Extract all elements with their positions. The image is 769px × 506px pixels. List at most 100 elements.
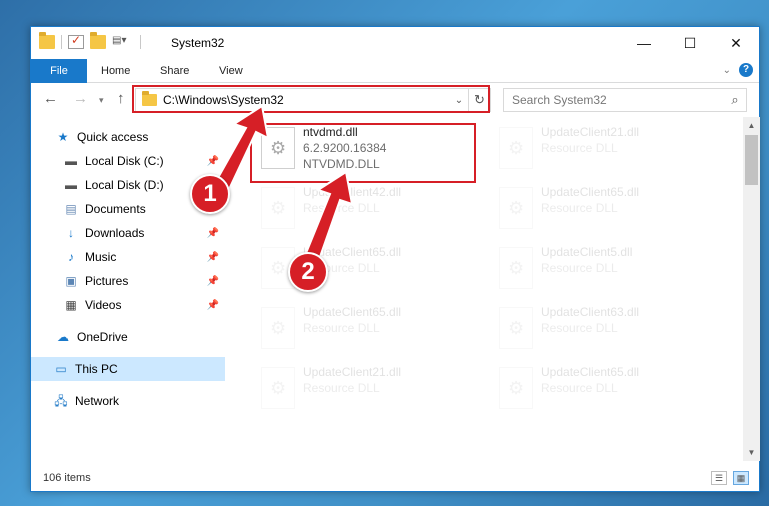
sidebar-item-quick-access[interactable]: ★ Quick access — [55, 125, 225, 149]
divider — [140, 35, 141, 49]
dll-file-icon: ⚙ — [261, 187, 295, 229]
properties-icon[interactable] — [68, 33, 84, 49]
view-switcher: ☰ ▦ — [711, 471, 749, 485]
file-description: Resource DLL — [541, 381, 618, 395]
sidebar-item-label: Pictures — [85, 274, 129, 288]
minimize-button[interactable]: — — [621, 27, 667, 59]
pin-icon: 📌 — [206, 155, 219, 167]
search-input[interactable]: Search System32 ⌕ — [503, 88, 747, 112]
status-bar: 106 items ☰ ▦ — [31, 467, 759, 491]
file-item[interactable]: ⚙ UpdateClient65.dll Resource DLL — [489, 183, 709, 243]
pin-icon: 📌 — [206, 227, 219, 239]
sidebar-item-this-pc[interactable]: ▭ This PC — [31, 357, 225, 381]
search-icon[interactable]: ⌕ — [724, 92, 746, 108]
file-item[interactable]: ⚙ UpdateClient65.dll Resource DLL — [489, 363, 709, 423]
item-count: 106 items — [43, 472, 91, 484]
divider — [61, 35, 62, 49]
gear-icon: ⚙ — [508, 258, 525, 278]
close-button[interactable]: ✕ — [713, 27, 759, 59]
computer-icon: ▭ — [55, 362, 67, 376]
help-icon[interactable]: ? — [739, 63, 753, 77]
file-description: Resource DLL — [541, 141, 618, 155]
tiles-view-icon[interactable]: ▦ — [733, 471, 749, 485]
file-description: Resource DLL — [541, 261, 618, 275]
address-bar-highlight — [132, 85, 490, 113]
sidebar-item-downloads[interactable]: ↓ Downloads 📌 — [63, 221, 225, 245]
sidebar-item-label: Documents — [85, 202, 146, 216]
sidebar-item-onedrive[interactable]: ☁ OneDrive — [55, 325, 225, 349]
dll-file-icon: ⚙ — [499, 307, 533, 349]
music-icon: ♪ — [68, 250, 74, 264]
pictures-icon: ▣ — [65, 274, 77, 288]
search-placeholder[interactable]: Search System32 — [512, 93, 724, 107]
sidebar-item-pictures[interactable]: ▣ Pictures 📌 — [63, 269, 225, 293]
dll-file-icon: ⚙ — [499, 187, 533, 229]
folder-icon[interactable] — [39, 32, 55, 49]
pin-icon: 📌 — [206, 275, 219, 287]
dll-file-icon: ⚙ — [499, 247, 533, 289]
drive-icon: ▬ — [65, 178, 77, 192]
sidebar-item-videos[interactable]: ▦ Videos 📌 — [63, 293, 225, 317]
tab-home[interactable]: Home — [101, 59, 130, 83]
sidebar-item-label: Network — [75, 394, 120, 408]
gear-icon: ⚙ — [508, 198, 525, 218]
ribbon-tabs: File Home Share View ⌄ ? — [31, 59, 759, 83]
download-icon: ↓ — [68, 226, 74, 240]
expand-ribbon-icon[interactable]: ⌄ — [723, 65, 731, 76]
scroll-thumb[interactable] — [745, 135, 758, 185]
tab-view[interactable]: View — [219, 59, 243, 83]
file-item[interactable]: ⚙ UpdateClient21.dll Resource DLL — [489, 123, 709, 183]
dll-file-icon: ⚙ — [499, 127, 533, 169]
new-folder-icon[interactable] — [90, 32, 106, 49]
back-arrow-icon[interactable]: ← — [43, 90, 58, 107]
title-bar: ▤▾ System32 — ☐ ✕ — [31, 27, 759, 59]
pin-icon: 📌 — [206, 299, 219, 311]
ribbon-controls: ⌄ ? — [723, 63, 753, 77]
file-item[interactable]: ⚙ UpdateClient5.dll Resource DLL — [489, 243, 709, 303]
sidebar-item-network[interactable]: 🖧 Network — [53, 389, 225, 413]
file-item[interactable]: ⚙ UpdateClient65.dll Resource DLL — [251, 243, 471, 303]
file-item[interactable]: ⚙ UpdateClient21.dll Resource DLL — [251, 363, 471, 423]
recent-locations-icon[interactable]: ▾ — [99, 95, 104, 106]
tab-share[interactable]: Share — [160, 59, 189, 83]
up-arrow-icon[interactable]: ↑ — [117, 90, 125, 107]
customize-toolbar-icon[interactable]: ▤▾ — [112, 35, 134, 49]
file-description: Resource DLL — [541, 201, 618, 215]
cloud-icon: ☁ — [57, 330, 69, 344]
file-item[interactable]: ⚙ UpdateClient63.dll Resource DLL — [489, 303, 709, 363]
gear-icon: ⚙ — [270, 378, 287, 398]
sidebar-item-label: Quick access — [77, 130, 149, 144]
vertical-scrollbar[interactable]: ▲ ▼ — [743, 117, 760, 461]
quick-access-toolbar: ▤▾ — [39, 32, 141, 49]
gear-icon: ⚙ — [270, 258, 287, 278]
scroll-up-icon[interactable]: ▲ — [743, 121, 760, 130]
gear-icon: ⚙ — [270, 198, 287, 218]
step-1-badge: 1 — [190, 174, 230, 214]
gear-icon: ⚙ — [508, 378, 525, 398]
scroll-down-icon[interactable]: ▼ — [743, 448, 760, 457]
step-2-badge: 2 — [288, 252, 328, 292]
tab-file[interactable]: File — [31, 59, 87, 83]
sidebar-item-label: This PC — [75, 362, 118, 376]
sidebar-item-music[interactable]: ♪ Music 📌 — [63, 245, 225, 269]
dll-file-icon: ⚙ — [261, 367, 295, 409]
drive-icon: ▬ — [65, 154, 77, 168]
file-description: Resource DLL — [541, 321, 618, 335]
forward-arrow-icon[interactable]: → — [73, 90, 88, 107]
file-description: Resource DLL — [303, 381, 380, 395]
sidebar-item-local-disk-c[interactable]: ▬ Local Disk (C:) 📌 — [63, 149, 225, 173]
documents-icon: ▤ — [65, 202, 77, 216]
file-name: UpdateClient21.dll — [541, 125, 640, 139]
maximize-button[interactable]: ☐ — [667, 27, 713, 59]
file-name: UpdateClient21.dll — [303, 365, 402, 379]
file-item[interactable]: ⚙ UpdateClient65.dll Resource DLL — [251, 303, 471, 363]
pin-icon: 📌 — [206, 251, 219, 263]
details-view-icon[interactable]: ☰ — [711, 471, 727, 485]
sidebar-item-label: OneDrive — [77, 330, 128, 344]
window-title: System32 — [171, 36, 225, 50]
sidebar-item-label: Music — [85, 250, 117, 264]
file-item[interactable]: ⚙ UpdateClient42.dll Resource DLL — [251, 183, 471, 243]
gear-icon: ⚙ — [270, 318, 287, 338]
sidebar-item-label: Videos — [85, 298, 122, 312]
file-name: UpdateClient5.dll — [541, 245, 633, 259]
